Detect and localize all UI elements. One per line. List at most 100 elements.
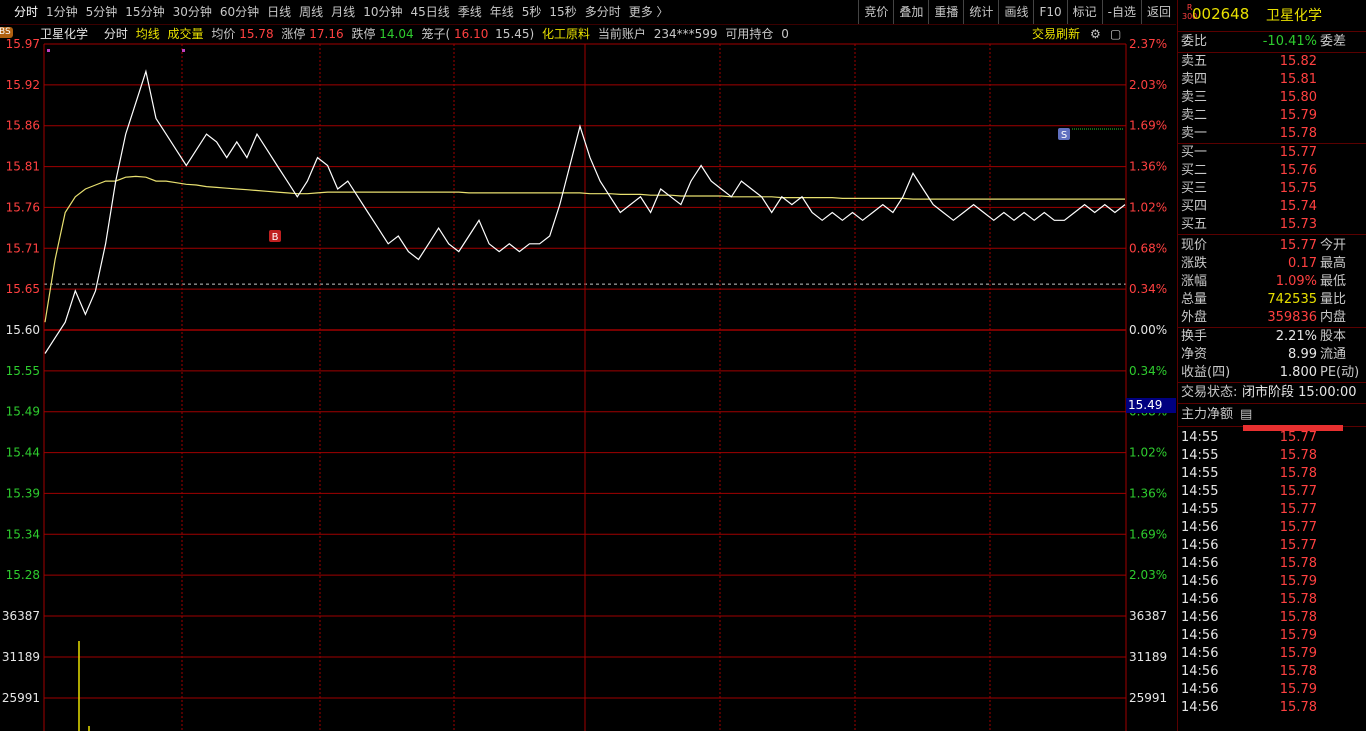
stat2-row-0: 换手 2.21% 股本 — [1178, 328, 1366, 346]
bid-row-5-value: 15.73 — [1279, 217, 1317, 232]
stat-row-3-label2: 量比 — [1320, 292, 1347, 307]
stat-row-3-value: 742535 — [1267, 292, 1317, 307]
stat-row-4-label: 外盘 — [1181, 310, 1208, 325]
stats-block: 现价 15.77 今开 涨跌 0.17 最高 涨幅 1.09% 最低 总量 742535 量比 外盘 35… — [1178, 235, 1366, 328]
ask-row-5-value: 15.78 — [1279, 126, 1317, 141]
tick-time: 14:55 — [1181, 466, 1219, 481]
stat2-row-0-label: 换手 — [1181, 329, 1208, 344]
tick-price: 15.79 — [1279, 574, 1317, 589]
pct-tick-label: 2.03% — [1129, 78, 1167, 92]
tick-price: 15.77 — [1279, 430, 1317, 445]
buy-marker-label: B — [272, 232, 279, 243]
tick-row: 14:55 15.77 — [1178, 429, 1366, 447]
bid-row-4-label: 买四 — [1181, 199, 1208, 214]
ask-row-5-label: 卖一 — [1181, 126, 1208, 141]
stat-row-0: 现价 15.77 今开 — [1178, 237, 1366, 255]
pct-tick-label: 0.34% — [1129, 364, 1167, 378]
stat2-row-1-label: 净资 — [1181, 347, 1208, 362]
tick-price: 15.79 — [1279, 682, 1317, 697]
pct-tick-label: 1.69% — [1129, 527, 1167, 541]
bid-row-4: 买四 15.74 — [1178, 198, 1366, 216]
tick-row: 14:55 15.78 — [1178, 465, 1366, 483]
pct-tick-label: 1.02% — [1129, 446, 1167, 460]
stat2-row-2: 收益(四) 1.800 PE(动) — [1178, 364, 1366, 382]
tick-row: 14:56 15.79 — [1178, 681, 1366, 699]
volume-tick-label: 25991 — [2, 691, 40, 705]
price-tick-label: 15.81 — [6, 160, 40, 174]
ask-row-4: 卖二 15.79 — [1178, 107, 1366, 125]
tick-price: 15.79 — [1279, 646, 1317, 661]
pct-tick-label: 1.36% — [1129, 486, 1167, 500]
price-tick-label: 15.65 — [6, 282, 40, 296]
tick-time: 14:56 — [1181, 628, 1219, 643]
trade-status-value: 闭市阶段 15:00:00 — [1242, 385, 1357, 400]
stat2-row-0-value: 2.21% — [1275, 329, 1317, 344]
bid-row-2: 买二 15.76 — [1178, 162, 1366, 180]
pct-tick-label: 2.37% — [1129, 37, 1167, 51]
ask-row-4-value: 15.79 — [1279, 108, 1317, 123]
stat-row-0-value: 15.77 — [1279, 238, 1317, 253]
tick-time: 14:56 — [1181, 664, 1219, 679]
main-force-row[interactable]: 主力净额 ▤ — [1178, 404, 1366, 427]
ask-row-3: 卖三 15.80 — [1178, 89, 1366, 107]
tick-time: 14:56 — [1181, 592, 1219, 607]
tick-price: 15.78 — [1279, 448, 1317, 463]
tick-time: 14:55 — [1181, 448, 1219, 463]
price-tick-label: 15.44 — [6, 446, 40, 460]
bid-book: 买一 15.77 买二 15.76 买三 15.75 买四 15.74 买五 15.73 — [1178, 144, 1366, 235]
tick-row: 14:56 15.78 — [1178, 699, 1366, 717]
stock-header: R 300 002648 卫星化学 — [1178, 0, 1366, 32]
price-tick-label: 15.28 — [6, 568, 40, 582]
tick-time: 14:56 — [1181, 700, 1219, 715]
bid-row-3-value: 15.75 — [1279, 181, 1317, 196]
tick-time: 14:56 — [1181, 574, 1219, 589]
event-dot — [182, 49, 185, 52]
wecha-label: 委差 — [1320, 34, 1347, 49]
tick-price: 15.77 — [1279, 520, 1317, 535]
stat2-row-1: 净资 8.99 流通 — [1178, 346, 1366, 364]
pct-tick-label: 0.00% — [1129, 323, 1167, 337]
bid-row-1-value: 15.77 — [1279, 145, 1317, 160]
tick-price: 15.78 — [1279, 610, 1317, 625]
bid-row-3: 买三 15.75 — [1178, 180, 1366, 198]
volume-tick-label-right: 25991 — [1129, 691, 1167, 705]
ask-row-2-value: 15.81 — [1279, 72, 1317, 87]
price-tick-label: 15.92 — [6, 78, 40, 92]
tick-price: 15.78 — [1279, 556, 1317, 571]
ask-row-1-value: 15.82 — [1279, 54, 1317, 69]
tick-price: 15.78 — [1279, 592, 1317, 607]
price-tick-label: 15.39 — [6, 486, 40, 500]
stat-row-4-label2: 内盘 — [1320, 310, 1347, 325]
stock-code: 002648 — [1192, 5, 1250, 23]
price-tick-label: 15.49 — [6, 405, 40, 419]
pct-tick-label: 2.03% — [1129, 568, 1167, 582]
list-icon[interactable]: ▤ — [1240, 404, 1252, 426]
stats-block-2: 换手 2.21% 股本净资 8.99 流通 收益(四) 1.800 PE(动) — [1178, 328, 1366, 383]
stat-row-4: 外盘 359836 内盘 — [1178, 309, 1366, 327]
ask-book: 卖五 15.82 卖四 15.81 卖三 15.80 卖二 15.79 卖一 15.78 — [1178, 53, 1366, 144]
tick-row: 14:56 15.79 — [1178, 645, 1366, 663]
stat2-row-0-label2: 股本 — [1320, 329, 1347, 344]
price-tick-label: 15.71 — [6, 241, 40, 255]
stat-row-1-label: 涨跌 — [1181, 256, 1208, 271]
stat-row-3-label: 总量 — [1181, 292, 1208, 307]
tick-row: 14:56 15.79 — [1178, 573, 1366, 591]
stat-row-2-value: 1.09% — [1275, 274, 1317, 289]
trade-status-row: 交易状态: 闭市阶段 15:00:00 — [1178, 383, 1366, 404]
tick-row: 14:56 15.78 — [1178, 591, 1366, 609]
stat-row-2-label: 涨幅 — [1181, 274, 1208, 289]
tick-time: 14:55 — [1181, 430, 1219, 445]
pct-tick-label: 0.68% — [1129, 241, 1167, 255]
ask-row-2-label: 卖四 — [1181, 72, 1208, 87]
bid-row-5: 买五 15.73 — [1178, 216, 1366, 234]
event-dot — [47, 49, 50, 52]
tick-time: 14:56 — [1181, 538, 1219, 553]
bid-row-1-label: 买一 — [1181, 145, 1208, 160]
stat-row-1: 涨跌 0.17 最高 — [1178, 255, 1366, 273]
bid-row-2-label: 买二 — [1181, 163, 1208, 178]
price-tick-label: 15.97 — [6, 37, 40, 51]
volume-tick-label: 36387 — [2, 609, 40, 623]
tick-row: 14:56 15.78 — [1178, 663, 1366, 681]
tick-time: 14:56 — [1181, 520, 1219, 535]
intraday-chart: 15.97 15.92 15.86 15.81 15.76 15.71 15.65 15.60… — [2, 37, 1167, 731]
